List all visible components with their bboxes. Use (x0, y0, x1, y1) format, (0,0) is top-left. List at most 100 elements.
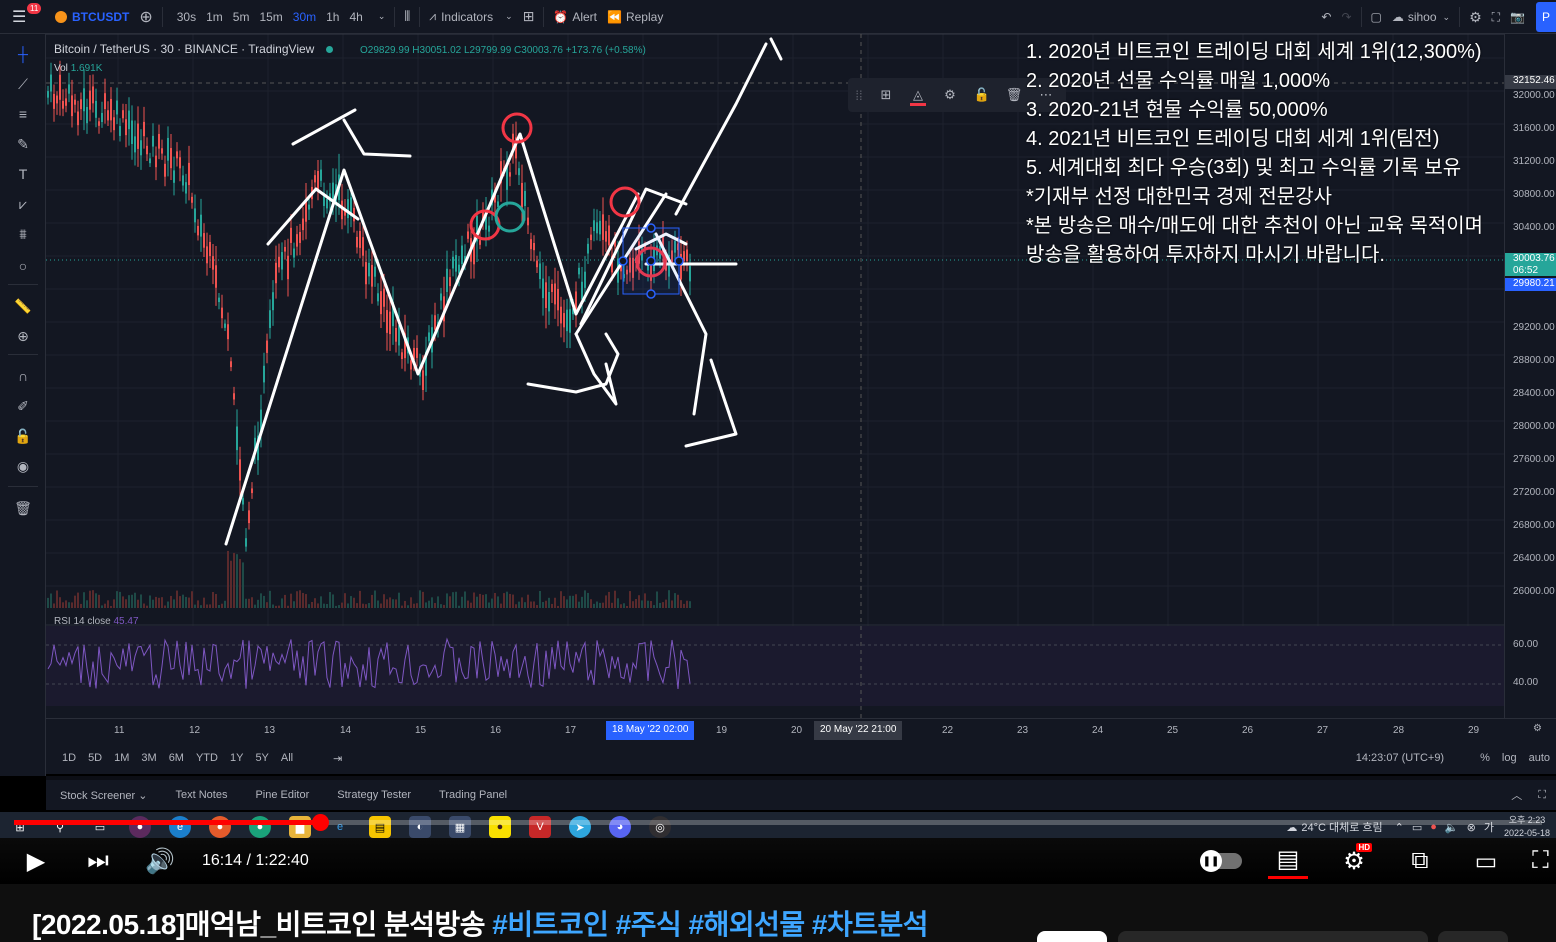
menu-button[interactable]: ☰ 11 (0, 0, 50, 34)
interval-5m[interactable]: 5m (228, 10, 255, 24)
volume-bar (299, 590, 301, 608)
log-toggle[interactable]: log (1496, 752, 1523, 764)
layout-button[interactable]: ⊞ (518, 0, 540, 34)
range-1y[interactable]: 1Y (224, 752, 249, 764)
scrubber-handle[interactable] (312, 814, 329, 831)
panel-tab-text-notes[interactable]: Text Notes (161, 789, 241, 802)
axis-settings-icon[interactable]: ⚙ (1533, 723, 1542, 734)
miniplayer-button[interactable]: ⧉ (1400, 843, 1440, 879)
autoplay-toggle[interactable]: ❚❚ (1200, 843, 1242, 879)
time-axis[interactable]: 11 12 13 14 15 16 17 19 20 22 23 24 25 26 27 28 29 18 May… (46, 718, 1556, 742)
remove-drawings-tool[interactable]: 🗑 (9, 496, 37, 520)
rsi-value: 45.47 (113, 616, 139, 627)
chip[interactable] (1118, 931, 1428, 942)
layout-select-button[interactable]: ▢ (1366, 0, 1387, 34)
crosshair-tool[interactable]: ┼ (9, 42, 37, 66)
candle-body (227, 324, 229, 340)
candle-body (80, 99, 82, 110)
chart-pane[interactable]: Bitcoin / TetherUS · 30 · BINANCE · Trad… (46, 34, 1504, 718)
redo-button[interactable]: ↷ (1336, 0, 1356, 34)
hide-drawings-tool[interactable]: ◉ (9, 454, 37, 478)
interval-dropdown[interactable]: ⌄ (373, 0, 391, 34)
interval-15m[interactable]: 15m (254, 10, 287, 24)
magnet-tool[interactable]: ∩ (9, 364, 37, 388)
indicators-button[interactable]: ⩘ Indicators ⌄ (424, 0, 517, 34)
fullscreen-button[interactable]: ⛶ (1532, 843, 1556, 879)
interval-1m[interactable]: 1m (201, 10, 228, 24)
timezone-clock[interactable]: 14:23:07 (UTC+9) (1350, 752, 1450, 764)
interval-30s[interactable]: 30s (172, 10, 201, 24)
divider (8, 354, 38, 355)
range-6m[interactable]: 6M (163, 752, 190, 764)
settings-button[interactable]: ⚙ (1464, 0, 1487, 34)
chart-canvas[interactable] (46, 34, 1504, 718)
volume-bar (263, 595, 265, 608)
taskbar-clock[interactable]: 오후 2:23 2022-05-18 (1498, 814, 1556, 840)
lock-drawing-button[interactable]: 🔓 (966, 78, 998, 112)
interval-1h[interactable]: 1h (321, 10, 344, 24)
candle-body (92, 86, 94, 104)
delete-drawing-button[interactable]: 🗑 (998, 78, 1030, 112)
chevron-up-icon[interactable]: ︿ (1511, 787, 1522, 803)
pattern-tool[interactable]: ⩗ (9, 192, 37, 216)
interval-30m[interactable]: 30m (288, 10, 321, 24)
measure-tool[interactable]: 📏 (9, 294, 37, 318)
panel-tab-trading-panel[interactable]: Trading Panel (425, 789, 521, 802)
volume-bar (140, 594, 142, 608)
alert-button[interactable]: ⏰ Alert (548, 0, 602, 34)
range-all[interactable]: All (275, 752, 299, 764)
candle-body (395, 327, 397, 342)
stay-drawing-tool[interactable]: ✐ (9, 394, 37, 418)
trend-line-tool[interactable]: ⟋ (9, 72, 37, 96)
shapes-tool[interactable]: ○ (9, 254, 37, 278)
chart-type-button[interactable]: ⫴ (399, 0, 415, 34)
goto-date-button[interactable]: ⇥ (327, 752, 348, 765)
range-3m[interactable]: 3M (135, 752, 162, 764)
video-progress-bar[interactable] (14, 814, 1542, 831)
drawing-settings-button[interactable]: ⚙ (934, 78, 966, 112)
publish-button[interactable]: P (1536, 2, 1556, 32)
template-button[interactable]: ⊞ (870, 78, 902, 112)
cloud-save-button[interactable]: ☁ sihoo ⌄ (1387, 0, 1455, 34)
subscribe-chip[interactable] (1037, 931, 1107, 942)
range-5y[interactable]: 5Y (249, 752, 274, 764)
range-1d[interactable]: 1D (56, 752, 82, 764)
price-axis[interactable]: 32000.00 31600.00 31200.00 30800.00 30400.00… (1504, 34, 1556, 718)
interval-4h[interactable]: 4h (344, 10, 367, 24)
video-hashtags[interactable]: #비트코인 #주식 #해외선물 #차트분석 (492, 909, 928, 940)
range-5d[interactable]: 5D (82, 752, 108, 764)
play-button[interactable]: ▶ (16, 843, 56, 879)
mute-button[interactable]: 🔊 (140, 843, 180, 879)
replay-button[interactable]: ⏪ Replay (602, 0, 668, 34)
subtitles-button[interactable]: ▤ (1268, 843, 1308, 879)
undo-button[interactable]: ↶ (1316, 0, 1336, 34)
fullscreen-button[interactable]: ⛶ (1487, 0, 1505, 34)
range-1m[interactable]: 1M (108, 752, 135, 764)
theater-mode-button[interactable]: ▭ (1466, 843, 1506, 879)
auto-toggle[interactable]: auto (1523, 752, 1556, 764)
lock-drawings-tool[interactable]: 🔓 (9, 424, 37, 448)
volume-bar (671, 600, 673, 608)
maximize-icon[interactable]: ⛶ (1538, 789, 1546, 802)
panel-tab-stock-screener[interactable]: Stock Screener ⌄ (46, 789, 161, 802)
range-ytd[interactable]: YTD (190, 752, 224, 764)
more-options-button[interactable]: ⋯ (1030, 78, 1062, 112)
text-tool[interactable]: T (9, 162, 37, 186)
zoom-tool[interactable]: ⊕ (9, 324, 37, 348)
brush-tool[interactable]: ✎ (9, 132, 37, 156)
snapshot-button[interactable]: 📷 (1505, 0, 1530, 34)
panel-tab-pine-editor[interactable]: Pine Editor (241, 789, 323, 802)
next-button[interactable]: ⏭ (78, 843, 118, 879)
prediction-tool[interactable]: ⩩ (9, 222, 37, 246)
fib-tool[interactable]: ≡ (9, 102, 37, 126)
chip[interactable] (1438, 931, 1508, 942)
drag-handle[interactable]: ⁞⁞ (848, 78, 870, 112)
symbol-search-button[interactable]: BTCUSDT (50, 0, 134, 34)
line-color-button[interactable]: ◬ (902, 78, 934, 112)
settings-button[interactable]: ⚙ HD (1334, 843, 1374, 879)
panel-tab-strategy-tester[interactable]: Strategy Tester (323, 789, 425, 802)
compare-symbol-button[interactable]: ⊕ (134, 0, 157, 34)
candle-body (554, 283, 556, 305)
volume-bar (440, 604, 442, 608)
percent-toggle[interactable]: % (1474, 752, 1496, 764)
